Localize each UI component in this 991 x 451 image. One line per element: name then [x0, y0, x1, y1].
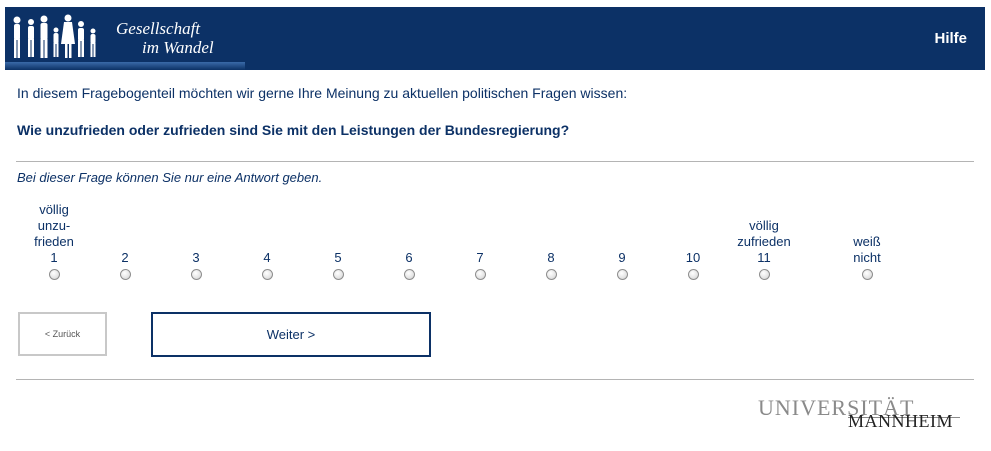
- radio-button[interactable]: [474, 269, 486, 280]
- university-logo-line-2: MANNHEIM: [848, 411, 953, 431]
- scale-label-line: 8: [547, 250, 555, 265]
- people-silhouettes-icon: [13, 14, 96, 58]
- scale-label-line: 10: [685, 250, 701, 265]
- scale-option-8: 8: [511, 196, 591, 288]
- footer-divider: [16, 379, 974, 380]
- scale-label-line: 7: [476, 250, 484, 265]
- scale-label-line: 3: [192, 250, 200, 265]
- scale-label-line: weiß: [853, 234, 881, 249]
- scale-label-line: 5: [334, 250, 342, 265]
- logo-line-1: Gesellschaft: [116, 19, 201, 38]
- logo-line-2: im Wandel: [142, 38, 214, 57]
- scale-label-line: völlig: [749, 218, 779, 233]
- scale-option-label: 4: [263, 196, 270, 266]
- project-logo-text: Gesellschaft im Wandel: [116, 19, 214, 57]
- scale-option-9: 9: [582, 196, 662, 288]
- scale-option-label: 5: [334, 196, 341, 266]
- next-button[interactable]: Weiter >: [151, 312, 431, 357]
- scale-option-label: 7: [476, 196, 483, 266]
- radio-button[interactable]: [332, 269, 344, 280]
- scale-label-line: völlig: [39, 202, 69, 217]
- back-button[interactable]: < Zurück: [18, 312, 107, 356]
- scale-label-line: 4: [263, 250, 271, 265]
- scale-label-line: 1: [50, 250, 58, 265]
- scale-option-11: völlig zufrieden 11: [724, 196, 804, 288]
- scale-label-line: 6: [405, 250, 413, 265]
- help-link[interactable]: Hilfe: [934, 30, 967, 47]
- radio-button[interactable]: [545, 269, 557, 280]
- scale-option-label: 9: [618, 196, 625, 266]
- scale-option-label: weiß nicht: [853, 196, 880, 266]
- scale-label-line: 9: [618, 250, 626, 265]
- scale-label-line: frieden: [34, 234, 74, 249]
- question-text: Wie unzufrieden oder zufrieden sind Sie …: [17, 122, 570, 138]
- radio-button[interactable]: [190, 269, 202, 280]
- radio-button[interactable]: [48, 269, 60, 280]
- scale-label-line: zufrieden: [737, 234, 791, 249]
- scale-option-6: 6: [369, 196, 449, 288]
- radio-button[interactable]: [758, 269, 770, 280]
- scale-label-line: nicht: [853, 250, 881, 265]
- scale-label-line: 11: [757, 250, 771, 265]
- university-logo: UNIVERSITÄT MANNHEIM: [758, 395, 960, 433]
- scale-option-label: 2: [121, 196, 128, 266]
- divider: [16, 161, 974, 162]
- radio-button[interactable]: [616, 269, 628, 280]
- scale-option-label: 8: [547, 196, 554, 266]
- scale-option-label: 3: [192, 196, 199, 266]
- radio-button[interactable]: [119, 269, 131, 280]
- scale-option-4: 4: [227, 196, 307, 288]
- scale-option-2: 2: [85, 196, 165, 288]
- radio-button[interactable]: [687, 269, 699, 280]
- radio-button[interactable]: [403, 269, 415, 280]
- radio-button[interactable]: [261, 269, 273, 280]
- intro-text: In diesem Fragebogenteil möchten wir ger…: [17, 85, 628, 101]
- scale-option-1: völlig unzu-frieden 1: [14, 196, 94, 288]
- scale-option-7: 7: [440, 196, 520, 288]
- radio-button[interactable]: [861, 269, 873, 280]
- scale-option-10: 10: [653, 196, 733, 288]
- header-accent-stripe: [5, 62, 245, 70]
- scale-option-label: 10: [686, 196, 700, 266]
- scale-option-12: weiß nicht: [827, 196, 907, 288]
- answer-hint: Bei dieser Frage können Sie nur eine Ant…: [17, 170, 323, 185]
- scale-option-label: völlig zufrieden 11: [737, 196, 790, 266]
- scale-option-5: 5: [298, 196, 378, 288]
- scale-option-3: 3: [156, 196, 236, 288]
- scale-option-label: völlig unzu-frieden 1: [34, 196, 74, 266]
- scale-label-line: 2: [121, 250, 129, 265]
- scale-option-label: 6: [405, 196, 412, 266]
- scale-label-line: unzu-: [37, 218, 71, 233]
